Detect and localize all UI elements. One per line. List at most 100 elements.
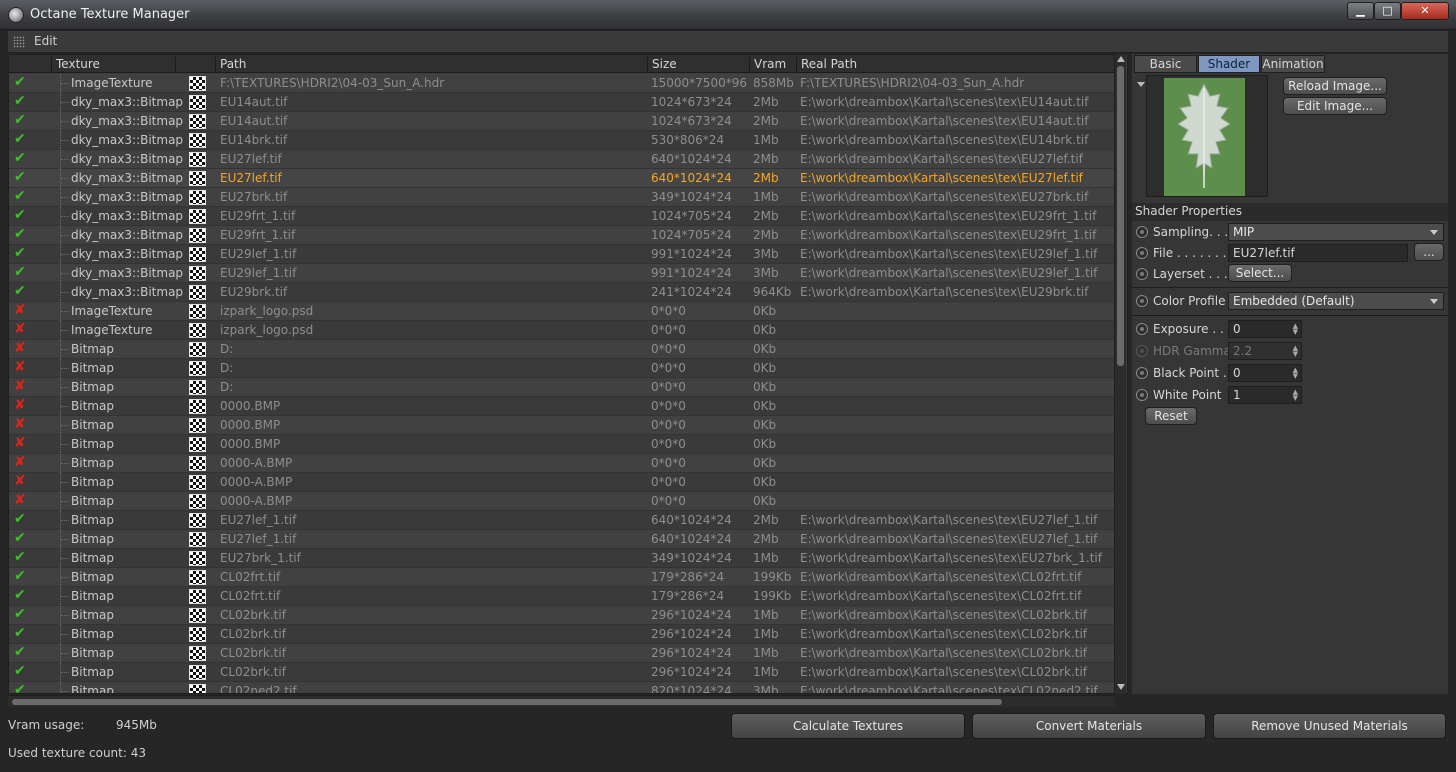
column-header-size[interactable]: Size [647, 57, 749, 73]
checker-thumbnail-icon[interactable] [189, 361, 206, 376]
checker-thumbnail-icon[interactable] [189, 532, 206, 547]
exposure-field[interactable]: 0 ▲ ▼ [1228, 320, 1302, 338]
checker-thumbnail-icon[interactable] [189, 684, 206, 693]
checker-thumbnail-icon[interactable] [189, 247, 206, 262]
vertical-scroll-thumb[interactable] [1117, 66, 1124, 366]
table-row[interactable]: ✔ Bitmap CL02frt.tif 179*286*24 199Kb E:\work… [9, 587, 1115, 606]
spinner-arrows-icon[interactable]: ▲ ▼ [1293, 389, 1298, 402]
spinner-arrows-icon[interactable]: ▲ ▼ [1293, 367, 1298, 380]
tab-animation[interactable]: Animation [1261, 55, 1325, 73]
color-profile-dropdown[interactable]: Embedded (Default) [1228, 292, 1444, 310]
tab-shader[interactable]: Shader [1198, 55, 1260, 73]
table-row[interactable]: ✔ dky_max3::Bitmap EU27lef.tif 640*1024*24 2… [9, 150, 1115, 169]
table-row[interactable]: ✘ Bitmap 0000-A.BMP 0*0*0 0Kb [9, 492, 1115, 511]
table-row[interactable]: ✔ dky_max3::Bitmap EU29brk.tif 241*1024*24 9… [9, 283, 1115, 302]
table-row[interactable]: ✔ Bitmap EU27lef_1.tif 640*1024*24 2Mb E:\wor… [9, 530, 1115, 549]
table-row[interactable]: ✔ ImageTexture F:\TEXTURES\HDRI2\04-03_Sun… [9, 74, 1115, 93]
table-row[interactable]: ✘ Bitmap D: 0*0*0 0Kb [9, 340, 1115, 359]
white-point-field[interactable]: 1 ▲ ▼ [1228, 386, 1302, 404]
column-header-path[interactable]: Path [215, 57, 647, 73]
checker-thumbnail-icon[interactable] [189, 228, 206, 243]
horizontal-scroll-thumb[interactable] [12, 699, 1002, 705]
column-header-texture[interactable]: Texture [51, 57, 175, 73]
table-row[interactable]: ✔ Bitmap CL02brk.tif 296*1024*24 1Mb E:\work\… [9, 644, 1115, 663]
tab-basic[interactable]: Basic [1134, 55, 1197, 73]
table-row[interactable]: ✔ dky_max3::Bitmap EU14aut.tif 1024*673*24 2… [9, 93, 1115, 112]
sampling-radio[interactable] [1136, 226, 1148, 238]
column-header-real-path[interactable]: Real Path [796, 57, 1115, 73]
checker-thumbnail-icon[interactable] [189, 304, 206, 319]
file-radio[interactable] [1136, 247, 1148, 259]
reset-button[interactable]: Reset [1145, 407, 1197, 425]
table-row[interactable]: ✔ Bitmap CL02frt.tif 179*286*24 199Kb E:\work… [9, 568, 1115, 587]
table-row[interactable]: ✔ dky_max3::Bitmap EU14brk.tif 530*806*24 1M… [9, 131, 1115, 150]
checker-thumbnail-icon[interactable] [189, 570, 206, 585]
checker-thumbnail-icon[interactable] [189, 76, 206, 91]
checker-thumbnail-icon[interactable] [189, 114, 206, 129]
table-row[interactable]: ✘ Bitmap 0000-A.BMP 0*0*0 0Kb [9, 454, 1115, 473]
table-row[interactable]: ✔ dky_max3::Bitmap EU29frt_1.tif 1024*705*2… [9, 226, 1115, 245]
table-row[interactable]: ✔ dky_max3::Bitmap EU29frt_1.tif 1024*705*2… [9, 207, 1115, 226]
scroll-up-arrow-icon[interactable] [1117, 56, 1125, 62]
checker-thumbnail-icon[interactable] [189, 589, 206, 604]
checker-thumbnail-icon[interactable] [189, 171, 206, 186]
checker-thumbnail-icon[interactable] [189, 266, 206, 281]
color-profile-radio[interactable] [1136, 295, 1148, 307]
layerset-radio[interactable] [1136, 268, 1148, 280]
table-row[interactable]: ✔ Bitmap EU27lef_1.tif 640*1024*24 2Mb E:\wor… [9, 511, 1115, 530]
checker-thumbnail-icon[interactable] [189, 209, 206, 224]
minimize-button[interactable]: ▁ [1347, 2, 1374, 20]
spinner-arrows-icon[interactable]: ▲ ▼ [1293, 323, 1298, 336]
reload-image-button[interactable]: Reload Image... [1283, 77, 1387, 95]
layerset-select-button[interactable]: Select... [1228, 264, 1292, 282]
convert-materials-button[interactable]: Convert Materials [972, 713, 1206, 739]
checker-thumbnail-icon[interactable] [189, 342, 206, 357]
table-row[interactable]: ✘ ImageTexture izpark_logo.psd 0*0*0 0Kb [9, 302, 1115, 321]
checker-thumbnail-icon[interactable] [189, 513, 206, 528]
table-row[interactable]: ✘ Bitmap 0000.BMP 0*0*0 0Kb [9, 435, 1115, 454]
black-point-radio[interactable] [1136, 367, 1148, 379]
table-row[interactable]: ✔ Bitmap CL02ned2.tif 820*1024*24 3Mb E:\work… [9, 682, 1115, 693]
checker-thumbnail-icon[interactable] [189, 418, 206, 433]
table-row[interactable]: ✘ Bitmap 0000.BMP 0*0*0 0Kb [9, 397, 1115, 416]
checker-thumbnail-icon[interactable] [189, 152, 206, 167]
table-row[interactable]: ✘ ImageTexture izpark_logo.psd 0*0*0 0Kb [9, 321, 1115, 340]
checker-thumbnail-icon[interactable] [189, 627, 206, 642]
table-row[interactable]: ✔ Bitmap EU27brk_1.tif 349*1024*24 1Mb E:\wor… [9, 549, 1115, 568]
checker-thumbnail-icon[interactable] [189, 608, 206, 623]
close-button[interactable]: ✕ [1401, 2, 1449, 20]
sampling-dropdown[interactable]: MIP [1228, 223, 1444, 241]
checker-thumbnail-icon[interactable] [189, 551, 206, 566]
checker-thumbnail-icon[interactable] [189, 494, 206, 509]
browse-file-button[interactable]: ... [1414, 243, 1444, 261]
checker-thumbnail-icon[interactable] [189, 133, 206, 148]
checker-thumbnail-icon[interactable] [189, 380, 206, 395]
table-row[interactable]: ✘ Bitmap 0000.BMP 0*0*0 0Kb [9, 416, 1115, 435]
table-row[interactable]: ✔ Bitmap CL02brk.tif 296*1024*24 1Mb E:\work\… [9, 663, 1115, 682]
column-header-thumbnail[interactable] [175, 57, 215, 73]
table-row[interactable]: ✘ Bitmap D: 0*0*0 0Kb [9, 359, 1115, 378]
checker-thumbnail-icon[interactable] [189, 456, 206, 471]
table-row[interactable]: ✔ dky_max3::Bitmap EU27lef.tif 640*1024*24 2… [9, 169, 1115, 188]
column-header-status[interactable] [9, 57, 51, 73]
checker-thumbnail-icon[interactable] [189, 646, 206, 661]
checker-thumbnail-icon[interactable] [189, 285, 206, 300]
maximize-button[interactable]: □ [1374, 2, 1401, 20]
table-row[interactable]: ✘ Bitmap 0000-A.BMP 0*0*0 0Kb [9, 473, 1115, 492]
checker-thumbnail-icon[interactable] [189, 437, 206, 452]
checker-thumbnail-icon[interactable] [189, 95, 206, 110]
checker-thumbnail-icon[interactable] [189, 475, 206, 490]
checker-thumbnail-icon[interactable] [189, 323, 206, 338]
exposure-radio[interactable] [1136, 323, 1148, 335]
vertical-scrollbar[interactable] [1114, 54, 1126, 694]
checker-thumbnail-icon[interactable] [189, 399, 206, 414]
checker-thumbnail-icon[interactable] [189, 665, 206, 680]
table-row[interactable]: ✔ dky_max3::Bitmap EU29lef_1.tif 991*1024*2… [9, 264, 1115, 283]
table-row[interactable]: ✔ dky_max3::Bitmap EU14aut.tif 1024*673*24 2… [9, 112, 1115, 131]
column-header-vram[interactable]: Vram [749, 57, 796, 73]
table-row[interactable]: ✔ Bitmap CL02brk.tif 296*1024*24 1Mb E:\work\… [9, 625, 1115, 644]
checker-thumbnail-icon[interactable] [189, 190, 206, 205]
table-row[interactable]: ✔ Bitmap CL02brk.tif 296*1024*24 1Mb E:\work\… [9, 606, 1115, 625]
menu-edit[interactable]: Edit [34, 34, 57, 48]
table-row[interactable]: ✘ Bitmap D: 0*0*0 0Kb [9, 378, 1115, 397]
